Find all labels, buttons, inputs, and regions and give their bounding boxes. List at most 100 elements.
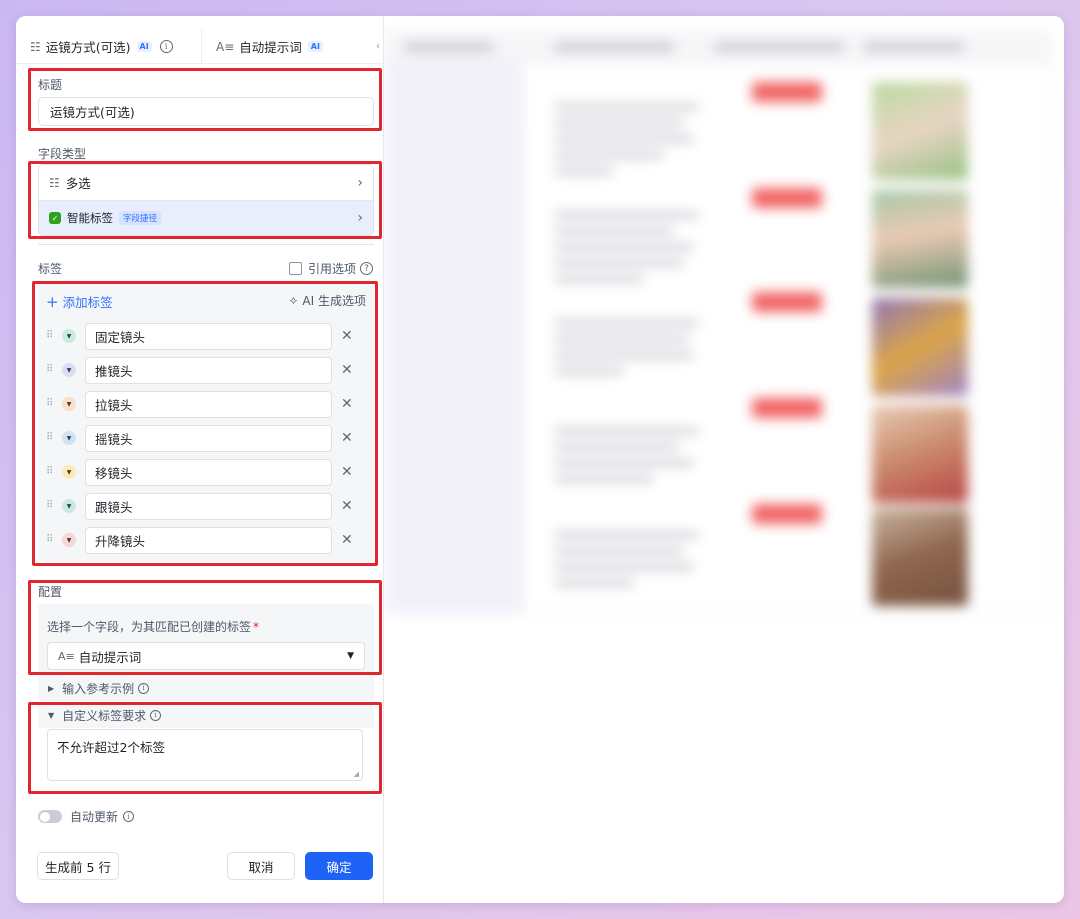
caret-down-icon: ▼ — [347, 651, 354, 661]
select-field-prompt-text: 选择一个字段，为其匹配已创建的标签 — [47, 620, 252, 634]
delete-tag-icon[interactable]: ✕ — [341, 430, 353, 446]
drag-handle-icon[interactable]: ⠿ — [46, 501, 54, 511]
header-tabs: ☷ 运镜方式(可选) AI i A≡ 自动提示词 AI ‹ — [16, 29, 384, 64]
field-config-panel: ☷ 运镜方式(可选) AI i A≡ 自动提示词 AI ‹ 标题 运镜方式(可选… — [16, 16, 384, 903]
auto-update-toggle[interactable] — [38, 810, 62, 823]
ai-generate-options-button[interactable]: ✧ AI 生成选项 — [288, 292, 366, 309]
tag-input[interactable]: 摇镜头 — [85, 424, 332, 452]
tag-row: ⠿ ▼ 跟镜头 ✕ — [38, 492, 374, 520]
select-field-prompt: 选择一个字段，为其匹配已创建的标签 * — [47, 618, 259, 635]
color-picker[interactable]: ▼ — [62, 533, 76, 547]
auto-update-row: 自动更新 i — [38, 808, 135, 825]
field-type-value: 多选 — [65, 176, 91, 191]
tag-input[interactable]: 拉镜头 — [85, 390, 332, 418]
field-type-multi-select[interactable]: ☷ 多选 › — [39, 165, 373, 200]
shortcut-badge: 字段捷径 — [119, 211, 162, 225]
color-picker[interactable]: ▼ — [62, 363, 76, 377]
color-picker[interactable]: ▼ — [62, 499, 76, 513]
required-mark: * — [253, 620, 260, 634]
custom-requirements-label: 自定义标签要求 — [62, 708, 147, 723]
caret-right-icon: ▶ — [48, 683, 55, 693]
tab-field[interactable]: ☷ 运镜方式(可选) AI i — [16, 29, 202, 64]
auto-update-label: 自动更新 — [70, 810, 119, 824]
more-tabs-icon[interactable]: ‹ — [376, 41, 384, 52]
delete-tag-icon[interactable]: ✕ — [341, 396, 353, 412]
tags-label: 标签 — [38, 262, 63, 276]
tab-field-label: 运镜方式(可选) — [45, 40, 131, 55]
plus-icon: + — [46, 292, 59, 311]
color-picker[interactable]: ▼ — [62, 397, 76, 411]
ai-badge: AI — [307, 41, 323, 52]
divider — [38, 244, 374, 245]
multi-select-icon: ☷ — [30, 39, 41, 54]
reference-options[interactable]: 引用选项 ? — [288, 260, 373, 277]
delete-tag-icon[interactable]: ✕ — [341, 532, 353, 548]
cancel-button[interactable]: 取消 — [227, 852, 295, 880]
reference-examples-label: 输入参考示例 — [62, 681, 135, 696]
delete-tag-icon[interactable]: ✕ — [341, 498, 353, 514]
field-type-selector: ☷ 多选 › ✓ 智能标签 字段捷径 › — [38, 164, 374, 236]
caret-down-icon: ▼ — [48, 710, 55, 720]
tag-row: ⠿ ▼ 拉镜头 ✕ — [38, 390, 374, 418]
tag-input[interactable]: 推镜头 — [85, 356, 332, 384]
tag-input[interactable]: 固定镜头 — [85, 322, 332, 350]
info-icon[interactable]: i — [159, 40, 173, 53]
multi-select-icon: ☷ — [49, 175, 60, 190]
delete-tag-icon[interactable]: ✕ — [341, 464, 353, 480]
confirm-button[interactable]: 确定 — [305, 852, 373, 880]
text-field-icon: A≡ — [216, 39, 235, 54]
info-icon[interactable]: i — [150, 709, 162, 721]
tag-row: ⠿ ▼ 固定镜头 ✕ — [38, 322, 374, 350]
custom-requirements-textarea[interactable]: 不允许超过2个标签 ◢ — [47, 729, 363, 781]
drag-handle-icon[interactable]: ⠿ — [46, 535, 54, 545]
reference-options-checkbox[interactable] — [288, 262, 302, 275]
source-field-value: 自动提示词 — [78, 649, 142, 665]
custom-requirements-value: 不允许超过2个标签 — [57, 740, 165, 755]
color-picker[interactable]: ▼ — [62, 465, 76, 479]
chevron-right-icon: › — [357, 210, 363, 226]
title-label: 标题 — [38, 78, 63, 92]
drag-handle-icon[interactable]: ⠿ — [46, 467, 54, 477]
ai-generate-label: AI 生成选项 — [302, 294, 366, 308]
delete-tag-icon[interactable]: ✕ — [341, 362, 353, 378]
tag-row: ⠿ ▼ 推镜头 ✕ — [38, 356, 374, 384]
title-input[interactable]: 运镜方式(可选) — [38, 97, 374, 126]
add-tag-label: 添加标签 — [62, 295, 113, 310]
reference-examples-toggle[interactable]: ▶ 输入参考示例 i — [38, 675, 374, 701]
smart-tag-icon: ✓ — [49, 212, 61, 224]
tab-prompt[interactable]: A≡ 自动提示词 AI — [202, 30, 333, 64]
tag-input[interactable]: 跟镜头 — [85, 492, 332, 520]
color-picker[interactable]: ▼ — [62, 431, 76, 445]
help-icon[interactable]: ? — [360, 262, 373, 275]
text-field-icon: A≡ — [58, 649, 75, 663]
info-icon[interactable]: i — [123, 811, 135, 822]
add-tag-button[interactable]: + 添加标签 — [46, 292, 113, 311]
info-icon[interactable]: i — [138, 682, 150, 694]
drag-handle-icon[interactable]: ⠿ — [46, 433, 54, 443]
tag-input[interactable]: 升降镜头 — [85, 526, 332, 554]
tag-row: ⠿ ▼ 升降镜头 ✕ — [38, 526, 374, 554]
custom-requirements-toggle[interactable]: ▼ 自定义标签要求 i — [38, 702, 374, 728]
resize-handle-icon[interactable]: ◢ — [354, 770, 359, 778]
sparkle-icon: ✧ — [288, 293, 299, 308]
drag-handle-icon[interactable]: ⠿ — [46, 399, 54, 409]
tag-row: ⠿ ▼ 移镜头 ✕ — [38, 458, 374, 486]
chevron-right-icon: › — [357, 174, 363, 191]
ai-badge: AI — [136, 41, 152, 52]
field-type-label: 字段类型 — [38, 147, 87, 161]
drag-handle-icon[interactable]: ⠿ — [46, 365, 54, 375]
delete-tag-icon[interactable]: ✕ — [341, 328, 353, 344]
blurred-table-background — [384, 30, 1052, 614]
drag-handle-icon[interactable]: ⠿ — [46, 331, 54, 341]
smart-tag-label: 智能标签 — [67, 211, 113, 225]
field-type-smart-tag[interactable]: ✓ 智能标签 字段捷径 › — [39, 200, 373, 235]
color-picker[interactable]: ▼ — [62, 329, 76, 343]
tag-input[interactable]: 移镜头 — [85, 458, 332, 486]
tags-editor: + 添加标签 ✧ AI 生成选项 ⠿ ▼ 固定镜头 ✕ ⠿ ▼ 推镜头 ✕ ⠿ — [38, 284, 374, 562]
source-field-select[interactable]: A≡ 自动提示词 ▼ — [47, 642, 365, 670]
reference-options-label: 引用选项 — [307, 262, 356, 276]
generate-preview-button[interactable]: 生成前 5 行 — [37, 852, 119, 880]
dialog-card: ☷ 运镜方式(可选) AI i A≡ 自动提示词 AI ‹ 标题 运镜方式(可选… — [16, 16, 1064, 903]
tab-prompt-label: 自动提示词 — [239, 40, 302, 55]
tag-row: ⠿ ▼ 摇镜头 ✕ — [38, 424, 374, 452]
